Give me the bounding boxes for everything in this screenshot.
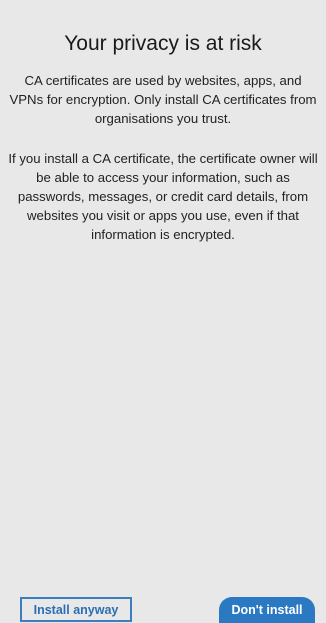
dont-install-button[interactable]: Don't install <box>219 597 315 623</box>
install-anyway-button[interactable]: Install anyway <box>20 597 132 622</box>
privacy-risk-text: If you install a CA certificate, the cer… <box>8 151 318 242</box>
page-title: Your privacy is at risk <box>64 32 262 55</box>
encryption-info-text: CA certificates are used by websites, ap… <box>9 73 317 126</box>
ca-certificate-warning-screen: Your privacy is at risk CA certificates … <box>0 0 326 623</box>
